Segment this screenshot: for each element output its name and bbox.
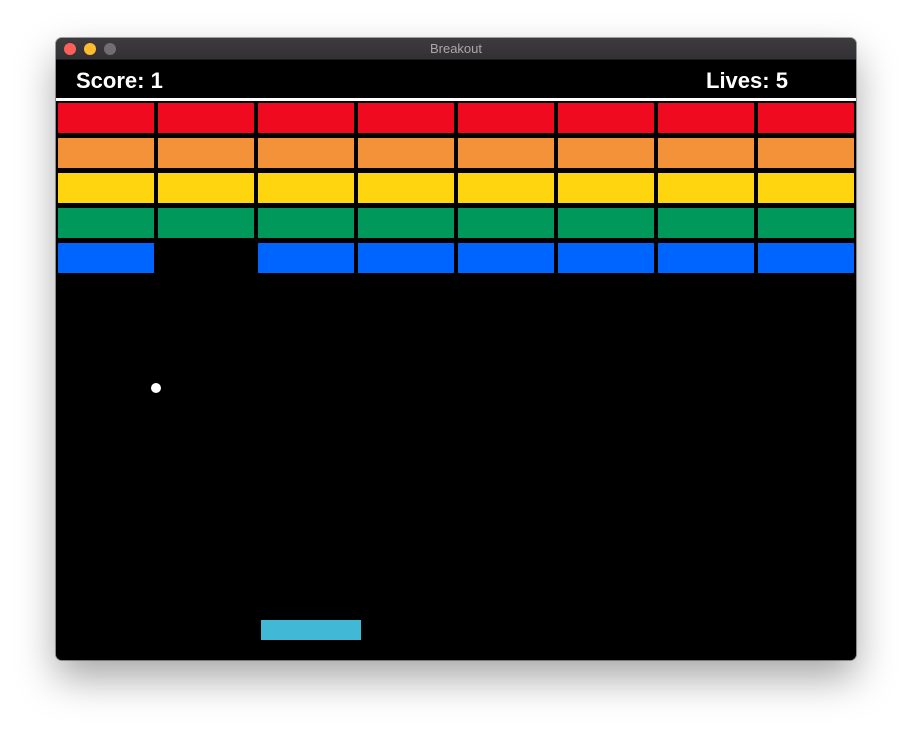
ball xyxy=(151,383,161,393)
brick-orange xyxy=(158,138,254,168)
hud-divider xyxy=(56,98,856,101)
brick-blue xyxy=(258,243,354,273)
brick-red xyxy=(758,103,854,133)
brick-yellow xyxy=(658,173,754,203)
brick-green xyxy=(358,208,454,238)
brick-green xyxy=(458,208,554,238)
brick-blue xyxy=(758,243,854,273)
brick-red xyxy=(358,103,454,133)
paddle[interactable] xyxy=(261,620,361,640)
brick-yellow xyxy=(258,173,354,203)
brick-blue xyxy=(558,243,654,273)
brick-yellow xyxy=(358,173,454,203)
brick-yellow xyxy=(458,173,554,203)
brick-red xyxy=(158,103,254,133)
brick-yellow xyxy=(158,173,254,203)
score-label: Score: 1 xyxy=(76,68,163,93)
brick-green xyxy=(558,208,654,238)
brick-orange xyxy=(258,138,354,168)
brick-red xyxy=(558,103,654,133)
title-bar[interactable]: Breakout xyxy=(56,38,856,60)
brick-blue xyxy=(358,243,454,273)
brick-orange xyxy=(458,138,554,168)
brick-orange xyxy=(58,138,154,168)
brick-green xyxy=(658,208,754,238)
brick-yellow xyxy=(758,173,854,203)
brick-blue xyxy=(658,243,754,273)
brick-orange xyxy=(758,138,854,168)
brick-orange xyxy=(358,138,454,168)
brick-green xyxy=(258,208,354,238)
game-window: Breakout Score: 1 Lives: 5 xyxy=(56,38,856,660)
brick-blue xyxy=(58,243,154,273)
brick-red xyxy=(458,103,554,133)
brick-green xyxy=(158,208,254,238)
brick-yellow xyxy=(58,173,154,203)
brick-green xyxy=(58,208,154,238)
window-title: Breakout xyxy=(429,41,483,56)
brick-red xyxy=(258,103,354,133)
brick-green xyxy=(758,208,854,238)
brick-red xyxy=(58,103,154,133)
game-canvas[interactable]: Score: 1 Lives: 5 xyxy=(56,60,856,660)
brick-field xyxy=(56,103,856,283)
brick-orange xyxy=(658,138,754,168)
lives-label: Lives: 5 xyxy=(706,68,788,93)
brick-orange xyxy=(558,138,654,168)
brick-red xyxy=(658,103,754,133)
brick-blue xyxy=(458,243,554,273)
brick-yellow xyxy=(558,173,654,203)
